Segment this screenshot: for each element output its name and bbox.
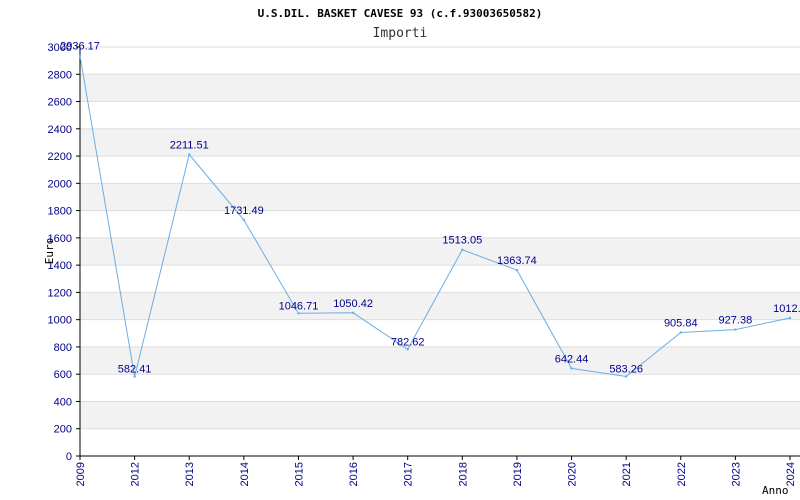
x-tick-label: 2020: [567, 462, 579, 486]
plot-band: [80, 292, 800, 320]
x-tick-label: 2015: [293, 462, 305, 486]
y-tick-label: 600: [54, 369, 72, 381]
data-point: [188, 153, 191, 156]
plot-band: [80, 74, 800, 102]
data-point: [679, 331, 682, 334]
chart-title: U.S.DIL. BASKET CAVESE 93 (c.f.930036505…: [258, 7, 543, 20]
data-label: 905.84: [664, 318, 698, 330]
plot-band: [80, 183, 800, 211]
y-axis-label: Euro: [43, 238, 56, 265]
data-label: 1050.42: [333, 298, 373, 310]
data-label: 1513.05: [442, 235, 482, 247]
y-tick-label: 1800: [48, 206, 72, 218]
data-point: [461, 248, 464, 251]
x-tick-label: 2017: [403, 462, 415, 486]
y-tick-label: 2400: [48, 124, 72, 136]
x-tick-label: 2024: [785, 462, 797, 486]
x-tick-label: 2021: [621, 462, 633, 486]
data-label: 927.38: [719, 315, 753, 327]
data-point: [78, 54, 82, 57]
data-label: 1731.49: [224, 205, 264, 217]
data-label: 642.44: [555, 353, 589, 365]
data-point: [297, 312, 300, 315]
x-axis-label: Anno: [762, 484, 789, 497]
x-tick-label: 2014: [239, 462, 251, 486]
x-tick-label: 2016: [348, 462, 360, 486]
y-tick-label: 2000: [48, 178, 72, 190]
data-point: [515, 268, 519, 272]
x-tick-label: 2022: [676, 462, 688, 486]
x-tick-label: 2009: [75, 462, 87, 486]
x-tick-label: 2019: [512, 462, 524, 486]
data-label: 582.41: [118, 364, 152, 376]
data-label: 583.26: [609, 363, 643, 375]
data-point: [624, 375, 628, 378]
y-tick-label: 2800: [48, 69, 72, 81]
y-tick-label: 2600: [48, 97, 72, 109]
data-point: [570, 367, 573, 370]
y-tick-label: 400: [54, 396, 72, 408]
data-label: 1363.74: [497, 255, 537, 267]
data-label: 2211.51: [170, 139, 209, 151]
data-label: 2936.17: [60, 41, 100, 53]
y-tick-label: 200: [54, 424, 72, 436]
data-label: 782.62: [391, 336, 425, 348]
data-label: 1046.71: [279, 300, 319, 312]
data-point: [242, 218, 246, 222]
plot-band: [80, 346, 800, 375]
data-point: [133, 375, 136, 378]
data-point: [788, 316, 792, 320]
chart-subtitle: Importi: [373, 26, 428, 41]
data-point: [351, 311, 355, 314]
x-tick-label: 2018: [457, 462, 469, 486]
data-point: [406, 348, 409, 351]
x-tick-label: 2013: [184, 462, 196, 486]
line-chart: U.S.DIL. BASKET CAVESE 93 (c.f.930036505…: [0, 0, 800, 500]
data-label: 1012.3: [773, 303, 800, 315]
x-tick-label: 2012: [130, 462, 142, 486]
y-tick-label: 1200: [48, 287, 72, 299]
y-tick-label: 800: [54, 342, 72, 354]
x-tick-label: 2023: [730, 462, 742, 486]
y-tick-label: 1000: [48, 315, 72, 327]
data-point: [734, 328, 737, 331]
plot-band: [80, 237, 800, 266]
y-tick-label: 2200: [48, 151, 72, 163]
plot-band: [80, 401, 800, 429]
y-tick-label: 0: [66, 451, 72, 463]
